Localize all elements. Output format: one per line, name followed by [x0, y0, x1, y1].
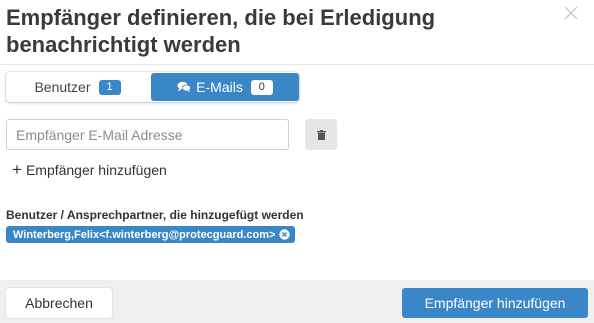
dialog-footer: Abbrechen Empfänger hinzufügen [0, 280, 594, 323]
tab-users[interactable]: Benutzer 1 [6, 73, 149, 101]
recipient-email-input[interactable] [6, 119, 289, 150]
dialog-title: Empfänger definieren, die bei Erledigung… [6, 5, 436, 57]
plus-icon: + [12, 160, 22, 179]
added-recipients-label: Benutzer / Ansprechpartner, die hinzugef… [6, 208, 304, 222]
add-recipient-button[interactable]: Empfänger hinzufügen [402, 288, 588, 318]
delete-email-button[interactable] [305, 119, 337, 150]
cancel-button[interactable]: Abbrechen [6, 288, 112, 318]
recipient-tag: Winterberg,Felix<f.winterberg@protecguar… [6, 226, 296, 243]
add-recipient-label: Empfänger hinzufügen [25, 162, 167, 178]
trash-icon [316, 129, 326, 140]
remove-tag-icon[interactable] [279, 229, 291, 240]
comments-icon [177, 81, 192, 93]
close-icon[interactable] [562, 4, 582, 24]
recipient-dialog: Empfänger definieren, die bei Erledigung… [0, 0, 594, 323]
tab-emails[interactable]: E-Mails 0 [151, 73, 299, 101]
recipient-type-tabs: Benutzer 1 E-Mails 0 [6, 72, 299, 102]
add-recipient-link[interactable]: + Empfänger hinzufügen [12, 160, 167, 179]
recipient-tag-text: Winterberg,Felix<f.winterberg@protecguar… [13, 228, 276, 241]
tab-users-label: Benutzer [34, 79, 91, 95]
tab-emails-label: E-Mails [196, 79, 243, 95]
tab-users-count: 1 [98, 79, 121, 95]
tab-emails-count: 0 [250, 79, 273, 95]
header-divider [0, 64, 594, 65]
